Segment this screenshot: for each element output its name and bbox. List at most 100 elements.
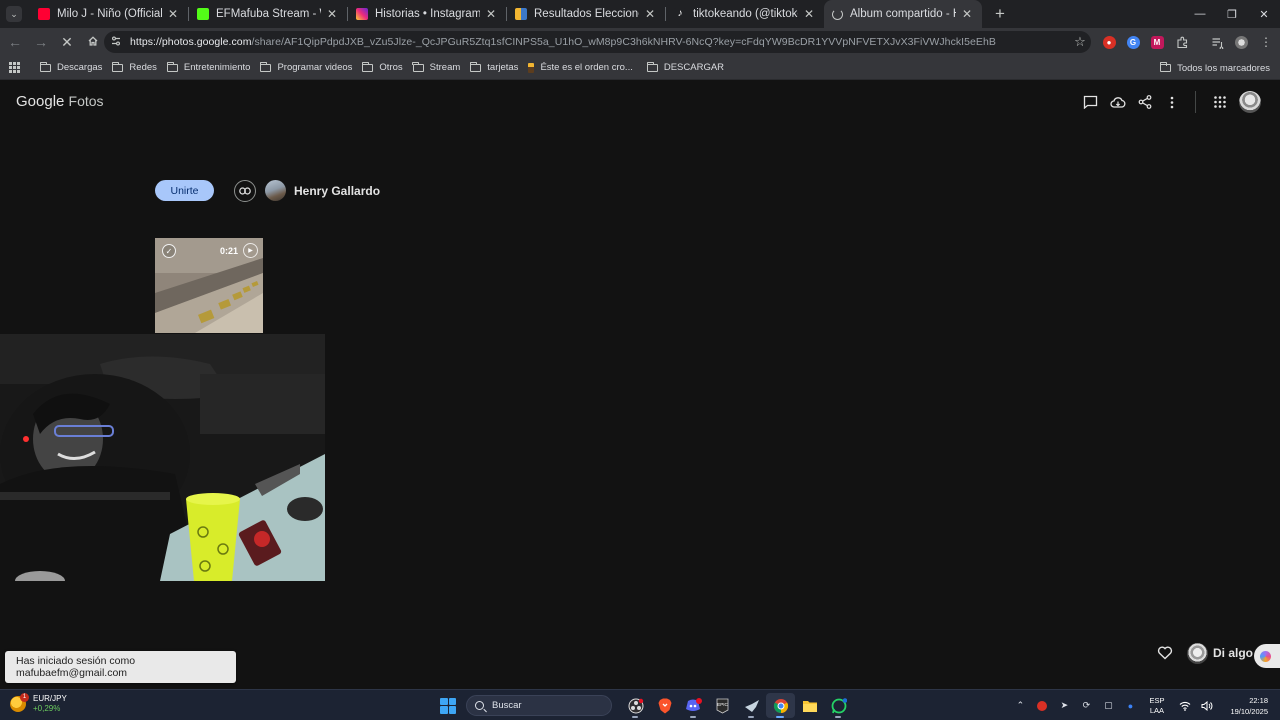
select-check-icon[interactable]: ✓ <box>162 244 176 258</box>
volume-icon[interactable] <box>1196 700 1218 711</box>
tray-app-sync-icon[interactable]: ⟳ <box>1075 700 1097 711</box>
video-thumbnail[interactable]: ✓ 0:21 ▶ <box>155 238 263 333</box>
brave-app-icon[interactable] <box>650 693 679 718</box>
back-arrow-icon[interactable]: ← <box>2 34 28 50</box>
folder-icon <box>166 61 178 72</box>
extension-mega-icon[interactable]: M <box>1147 28 1167 56</box>
tab-tiktok[interactable]: ♪ tiktokeando (@tiktokeando109 ✕ <box>666 0 824 28</box>
join-album-button[interactable]: Unirte <box>155 180 214 201</box>
apps-grid-icon[interactable] <box>0 62 28 73</box>
restore-icon[interactable]: ❐ <box>1216 0 1248 28</box>
input-language[interactable]: ESP LAA <box>1149 696 1164 716</box>
address-bar[interactable]: https://photos.google.com/share/AF1QipPd… <box>104 31 1091 53</box>
file-explorer-app-icon[interactable] <box>795 693 824 718</box>
tray-app-mic-icon[interactable]: ● <box>1119 701 1141 711</box>
all-bookmarks-label: Todos los marcadores <box>1177 62 1270 74</box>
tab-youtube[interactable]: Milo J - Niño (Official Video) - YouTube… <box>30 0 188 28</box>
bookmark-tarjetas[interactable]: tarjetas <box>469 61 519 73</box>
wifi-icon[interactable] <box>1174 701 1196 711</box>
google-photos-logo[interactable]: Google Fotos <box>16 93 104 110</box>
translate-extension-icon[interactable]: G <box>1123 28 1143 56</box>
all-bookmarks[interactable]: Todos los marcadores <box>1159 56 1270 80</box>
folder-icon <box>112 61 124 72</box>
logo-product: Fotos <box>68 93 104 109</box>
extensions-puzzle-icon[interactable] <box>1172 28 1192 56</box>
bookmark-stream[interactable]: Stream <box>412 61 460 73</box>
forward-arrow-icon[interactable]: → <box>28 34 54 50</box>
browser-toolbar: ← → ✕ https://photos.google.com/share/AF… <box>0 28 1280 56</box>
windows-taskbar: 1 EUR/JPY +0,29% Buscar EPIC ⌃ ➤ ⟳ ▢ ● E… <box>0 689 1280 720</box>
close-icon[interactable]: ✕ <box>166 7 180 21</box>
close-icon[interactable]: ✕ <box>802 7 816 21</box>
owner-avatar[interactable] <box>265 180 286 201</box>
media-controls-icon[interactable] <box>1207 28 1227 56</box>
account-avatar[interactable] <box>1239 91 1261 113</box>
bookmark-entretenimiento[interactable]: Entretenimiento <box>166 61 250 73</box>
profile-avatar-icon[interactable] <box>1231 28 1251 56</box>
close-icon[interactable]: ✕ <box>960 7 974 21</box>
tab-label: Milo J - Niño (Official Video) - YouTube <box>57 8 162 20</box>
taskbar-search[interactable]: Buscar <box>466 695 612 716</box>
bookmark-descargar[interactable]: DESCARGAR <box>646 61 724 73</box>
windows-start-icon[interactable] <box>440 697 456 714</box>
video-duration: 0:21 <box>219 246 238 256</box>
bookmark-label: tarjetas <box>487 62 519 73</box>
tab-search-button[interactable]: ⌄ <box>6 6 22 22</box>
like-heart-icon[interactable] <box>1157 645 1173 661</box>
steam-app-icon[interactable] <box>737 693 766 718</box>
tray-app-red-icon[interactable] <box>1031 700 1053 711</box>
tab-label: Resultados Elecciones Nacionales <box>534 8 639 20</box>
clock-date: 19/10/2025 <box>1230 706 1268 716</box>
lang-top: ESP <box>1149 695 1165 705</box>
commenter-avatar <box>1187 643 1208 664</box>
cloud-download-icon[interactable] <box>1104 90 1131 114</box>
tray-app-chat-icon[interactable]: ▢ <box>1097 700 1119 711</box>
extension-red-icon[interactable]: ● <box>1099 28 1119 56</box>
obs-app-icon[interactable] <box>621 693 650 718</box>
logo-google: Google <box>16 93 65 110</box>
chevron-down-icon: ⌄ <box>10 8 18 19</box>
tab-album-compartido[interactable]: Álbum compartido - Henry Gallardo ✕ <box>824 0 982 28</box>
url-host: https://photos.google.com <box>130 36 252 48</box>
bookmark-orden-cronologico[interactable]: Éste es el orden cro... <box>528 62 633 73</box>
bookmark-star-icon[interactable]: ☆ <box>1069 34 1091 50</box>
chrome-menu-icon[interactable]: ⋮ <box>1256 28 1276 56</box>
new-tab-button[interactable]: + <box>988 4 1012 24</box>
tiktok-favicon-icon: ♪ <box>674 8 686 20</box>
gemini-button[interactable] <box>1254 644 1280 668</box>
comment-prompt[interactable]: Di algo <box>1213 646 1253 660</box>
share-icon[interactable] <box>1131 90 1158 114</box>
comments-icon[interactable] <box>1077 90 1104 114</box>
url-path: /share/AF1QipPdpdJXB_vZu5Jlze-_QcJPGuR5Z… <box>251 36 996 48</box>
window-close-icon[interactable]: ✕ <box>1248 0 1280 28</box>
discord-app-icon[interactable] <box>679 693 708 718</box>
chevron-up-icon[interactable]: ⌃ <box>1009 700 1031 711</box>
tab-instagram[interactable]: Historias • Instagram ✕ <box>348 0 506 28</box>
copy-link-button[interactable] <box>234 180 256 202</box>
tab-elecciones[interactable]: Resultados Elecciones Nacionales ✕ <box>507 0 665 28</box>
tray-app-arrow-icon[interactable]: ➤ <box>1053 700 1075 711</box>
close-icon[interactable]: ✕ <box>643 7 657 21</box>
bookmark-redes[interactable]: Redes <box>112 61 157 73</box>
more-options-icon[interactable] <box>1158 90 1185 114</box>
minimize-icon[interactable]: — <box>1184 0 1216 28</box>
google-apps-icon[interactable] <box>1206 90 1233 114</box>
bookmark-otros[interactable]: Otros <box>362 61 403 73</box>
tab-kick[interactable]: EFMafuba Stream - Watch Live ✕ <box>189 0 347 28</box>
chrome-app-icon[interactable] <box>766 693 795 718</box>
site-info-icon[interactable] <box>110 35 124 50</box>
taskbar-clock[interactable]: 22:18 19/10/2025 <box>1230 695 1268 717</box>
bookmark-programar-videos[interactable]: Programar videos <box>260 61 352 73</box>
ticker-widget[interactable]: 1 EUR/JPY +0,29% <box>10 693 67 714</box>
window-controls: — ❐ ✕ <box>1184 0 1280 28</box>
close-icon[interactable]: ✕ <box>484 7 498 21</box>
album-owner-name[interactable]: Henry Gallardo <box>294 184 380 198</box>
bookmark-descargas[interactable]: Descargas <box>39 61 102 73</box>
stop-loading-icon[interactable]: ✕ <box>54 34 80 51</box>
close-icon[interactable]: ✕ <box>325 7 339 21</box>
whatsapp-app-icon[interactable] <box>824 693 853 718</box>
gemini-icon <box>1260 650 1271 662</box>
clock-time: 22:18 <box>1249 695 1268 705</box>
epic-games-app-icon[interactable]: EPIC <box>708 693 737 718</box>
home-icon[interactable] <box>80 34 106 50</box>
